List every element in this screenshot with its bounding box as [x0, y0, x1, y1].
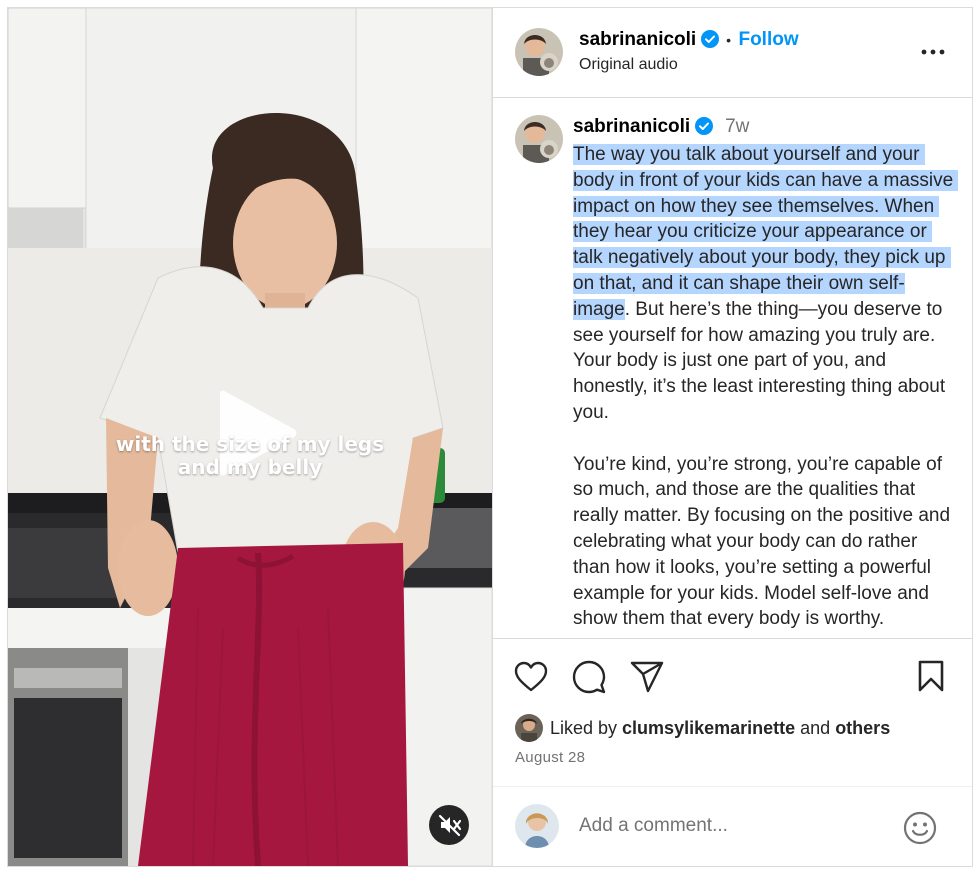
audio-link[interactable]: Original audio: [579, 56, 678, 74]
overlay-line-1: with the size of my legs: [115, 432, 385, 456]
add-comment-bar: Add a comment...: [493, 786, 972, 866]
caption-header-row: sabrinanicoli 7w: [573, 116, 749, 140]
author-username[interactable]: sabrinanicoli: [579, 29, 696, 50]
comment-input[interactable]: Add a comment...: [579, 815, 728, 837]
caption-text-rest: . But here’s the thing—you deserve to se…: [573, 298, 951, 630]
caption-author-avatar[interactable]: [515, 115, 563, 163]
header-separator: •: [726, 32, 732, 48]
current-user-avatar: [515, 804, 559, 848]
post-side-panel: sabrinanicoli • Follow Original audio sa…: [492, 8, 972, 866]
follow-button[interactable]: Follow: [738, 29, 798, 50]
likes-summary: Liked by clumsylikemarinette and others: [550, 718, 890, 739]
verified-badge-icon: [700, 30, 719, 53]
author-avatar[interactable]: [515, 28, 563, 76]
video-player[interactable]: with the size of my legs and my belly: [8, 8, 492, 866]
caption-text: The way you talk about yourself and your…: [573, 142, 959, 632]
share-icon[interactable]: [630, 661, 664, 698]
comment-icon[interactable]: [572, 660, 606, 699]
verified-badge-icon: [694, 117, 713, 140]
likes-middle: and: [795, 718, 836, 738]
likes-others-link[interactable]: others: [835, 718, 890, 738]
heart-icon[interactable]: [514, 661, 548, 698]
caption-text-selected: The way you talk about yourself and your…: [573, 144, 959, 320]
header-title-row: sabrinanicoli • Follow: [579, 29, 799, 53]
post-header: sabrinanicoli • Follow Original audio: [493, 8, 972, 98]
video-text-overlay: with the size of my legs and my belly: [8, 433, 492, 479]
mute-button[interactable]: [429, 805, 469, 845]
liker-username[interactable]: clumsylikemarinette: [622, 718, 795, 738]
post-modal: with the size of my legs and my belly sa…: [7, 7, 973, 867]
caption-scroll-area[interactable]: sabrinanicoli 7w The way you talk about …: [493, 98, 972, 638]
overlay-line-2: and my belly: [177, 455, 323, 479]
emoji-icon[interactable]: [903, 811, 937, 850]
more-horizontal-icon[interactable]: [921, 43, 945, 61]
liker-avatar[interactable]: [515, 714, 543, 742]
likes-prefix: Liked by: [550, 718, 623, 738]
post-date[interactable]: August 28: [515, 749, 585, 766]
post-actions: Liked by clumsylikemarinette and others …: [493, 638, 972, 866]
caption-username[interactable]: sabrinanicoli: [573, 116, 690, 137]
speaker-muted-icon: [438, 814, 462, 837]
bookmark-icon[interactable]: [917, 660, 945, 697]
caption-timestamp[interactable]: 7w: [725, 116, 749, 137]
